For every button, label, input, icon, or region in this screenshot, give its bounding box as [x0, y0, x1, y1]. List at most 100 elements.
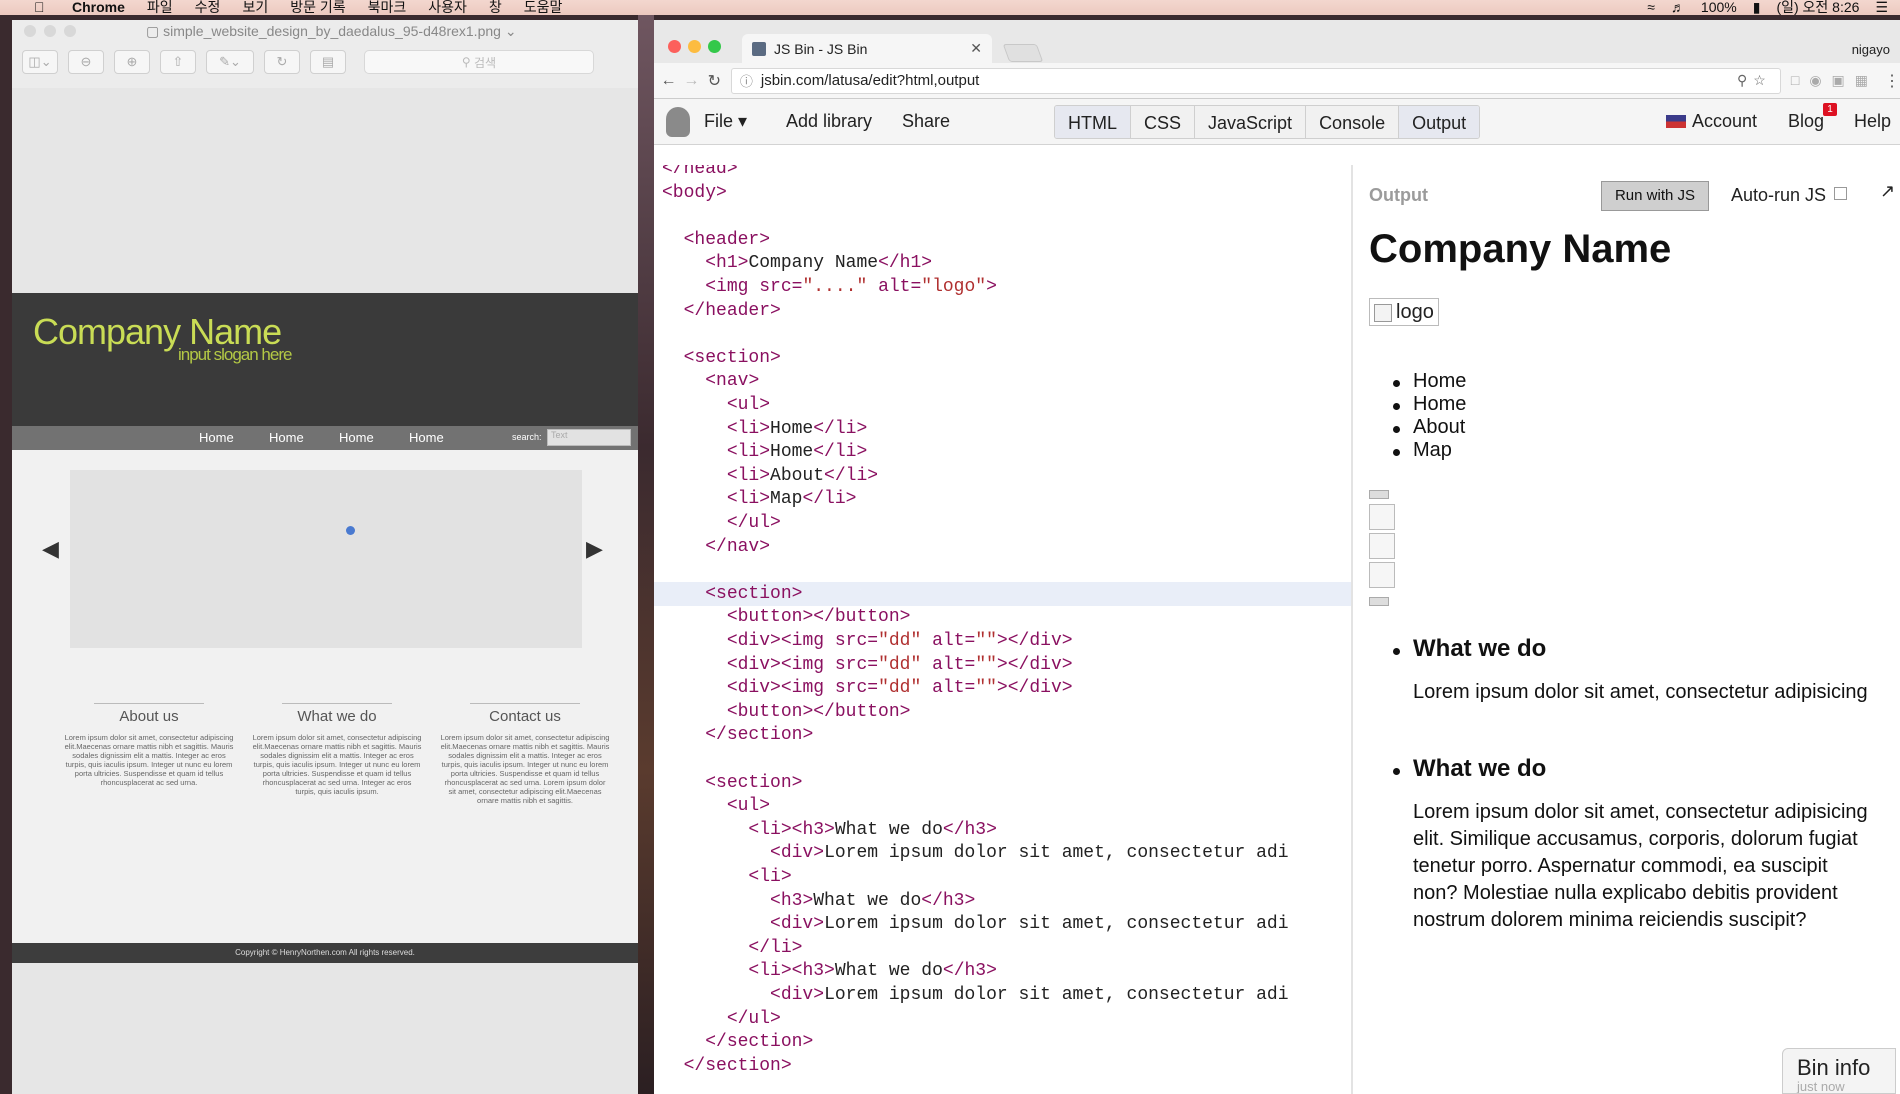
menu-window[interactable]: 창: [489, 0, 502, 15]
code-line[interactable]: [654, 558, 1351, 582]
run-with-js-button[interactable]: Run with JS: [1601, 181, 1709, 211]
code-line[interactable]: <h3>What we do</h3>: [654, 889, 1351, 913]
preview-search-input[interactable]: ⚲ 검색: [364, 50, 594, 74]
preview-filename[interactable]: simple_website_design_by_daedalus_95-d48…: [163, 23, 501, 39]
tab-console[interactable]: Console: [1305, 106, 1399, 138]
tab-javascript[interactable]: JavaScript: [1194, 106, 1306, 138]
code-line[interactable]: [654, 747, 1351, 771]
menu-dots-icon[interactable]: ⋮: [1884, 71, 1900, 91]
code-line[interactable]: <div><img src="dd" alt=""></div>: [654, 629, 1351, 653]
code-line[interactable]: </nav>: [654, 535, 1351, 559]
code-line[interactable]: <div><img src="dd" alt=""></div>: [654, 676, 1351, 700]
code-line[interactable]: <ul>: [654, 393, 1351, 417]
code-line[interactable]: <div><img src="dd" alt=""></div>: [654, 653, 1351, 677]
code-line[interactable]: <div>Lorem ipsum dolor sit amet, consect…: [654, 841, 1351, 865]
popout-arrow-icon[interactable]: ↗: [1880, 181, 1895, 202]
profile-name[interactable]: nigayo: [1852, 42, 1890, 57]
code-line[interactable]: </section>: [654, 723, 1351, 747]
back-icon[interactable]: ←: [660, 72, 677, 90]
menu-bookmarks[interactable]: 북마크: [368, 0, 407, 15]
menu-file[interactable]: 파일: [147, 0, 173, 15]
code-line[interactable]: </ul>: [654, 511, 1351, 535]
menu-people[interactable]: 사용자: [428, 0, 467, 15]
zoom-star-icons[interactable]: ⚲☆: [1737, 72, 1772, 89]
code-line[interactable]: </section>: [654, 1054, 1351, 1078]
url-input[interactable]: ⓘ jsbin.com/latusa/edit?html,output ⚲☆: [730, 67, 1781, 94]
close-dot[interactable]: [668, 40, 681, 53]
markup-pen-icon[interactable]: ✎⌄: [206, 50, 254, 74]
code-line[interactable]: <img src="...." alt="logo">: [654, 275, 1351, 299]
new-tab-button[interactable]: [1002, 44, 1044, 62]
close-icon[interactable]: ✕: [970, 40, 982, 57]
menu-app-name[interactable]: Chrome: [72, 0, 125, 15]
code-line[interactable]: </section>: [654, 1030, 1351, 1054]
code-line[interactable]: <section>: [654, 771, 1351, 795]
output-button[interactable]: [1369, 597, 1389, 606]
code-line[interactable]: <button></button>: [654, 605, 1351, 629]
code-line[interactable]: <ul>: [654, 794, 1351, 818]
menu-edit[interactable]: 수정: [195, 0, 221, 15]
wifi-icon[interactable]: ≈: [1647, 0, 1655, 15]
output-button[interactable]: [1369, 490, 1389, 499]
code-line[interactable]: <li>Map</li>: [654, 487, 1351, 511]
tab-html[interactable]: HTML: [1055, 106, 1130, 138]
autorun-toggle[interactable]: Auto-run JS: [1731, 185, 1848, 206]
toolbox-icon[interactable]: ▤: [310, 50, 346, 74]
clock[interactable]: (일) 오전 8:26: [1776, 0, 1859, 15]
code-line[interactable]: </header>: [654, 299, 1351, 323]
volume-icon[interactable]: ♬: [1671, 0, 1685, 15]
menu-list-icon[interactable]: ☰: [1875, 0, 1888, 15]
chevron-down-icon[interactable]: ⌄: [501, 23, 517, 40]
code-line[interactable]: <h1>Company Name</h1>: [654, 251, 1351, 275]
info-icon[interactable]: ⓘ: [740, 71, 753, 90]
reload-icon[interactable]: ↻: [706, 71, 723, 91]
code-line[interactable]: </head>: [654, 165, 1351, 181]
zoom-dot[interactable]: [708, 40, 721, 53]
code-line[interactable]: <body>: [654, 181, 1351, 205]
code-line[interactable]: <div>Lorem ipsum dolor sit amet, consect…: [654, 912, 1351, 936]
code-line[interactable]: </li>: [654, 936, 1351, 960]
jsbin-logo-icon[interactable]: [666, 107, 690, 137]
autorun-checkbox[interactable]: [1834, 187, 1848, 200]
close-dot[interactable]: [24, 25, 36, 37]
share-icon[interactable]: ⇧: [160, 50, 196, 74]
code-line[interactable]: <section>: [654, 346, 1351, 370]
menu-view[interactable]: 보기: [242, 0, 268, 15]
code-line[interactable]: <li><h3>What we do</h3>: [654, 959, 1351, 983]
code-line[interactable]: <li>Home</li>: [654, 440, 1351, 464]
code-line[interactable]: <section>: [654, 581, 1351, 606]
bin-info-panel[interactable]: Bin info just now: [1782, 1048, 1896, 1094]
zoom-out-icon[interactable]: ⊖: [68, 50, 104, 74]
code-line[interactable]: <li>: [654, 865, 1351, 889]
battery-icon[interactable]: ▮: [1753, 0, 1761, 15]
menu-history[interactable]: 방문 기록: [290, 0, 345, 15]
file-menu[interactable]: File ▾: [704, 111, 747, 132]
extension-icons[interactable]: □◉▣▦: [1791, 72, 1878, 89]
code-line[interactable]: <li><h3>What we do</h3>: [654, 818, 1351, 842]
add-library-button[interactable]: Add library: [786, 111, 872, 132]
minimize-dot[interactable]: [44, 25, 56, 37]
tab-jsbin[interactable]: JS Bin - JS Bin ✕: [742, 34, 992, 63]
share-button[interactable]: Share: [902, 111, 950, 132]
code-line[interactable]: [654, 204, 1351, 228]
tab-css[interactable]: CSS: [1130, 106, 1195, 138]
zoom-in-icon[interactable]: ⊕: [114, 50, 150, 74]
menu-help[interactable]: 도움말: [524, 0, 563, 15]
code-line[interactable]: <li>Home</li>: [654, 417, 1351, 441]
html-editor[interactable]: </head> <body> <header> <h1>Company Name<…: [654, 165, 1351, 1094]
code-line[interactable]: <button></button>: [654, 700, 1351, 724]
minimize-dot[interactable]: [688, 40, 701, 53]
rotate-icon[interactable]: ↻: [264, 50, 300, 74]
apple-icon[interactable]: : [34, 0, 56, 15]
blog-button[interactable]: Blog: [1788, 111, 1824, 132]
code-line[interactable]: <header>: [654, 228, 1351, 252]
zoom-dot[interactable]: [64, 25, 76, 37]
account-button[interactable]: Account: [1666, 111, 1757, 132]
code-line[interactable]: </ul>: [654, 1007, 1351, 1031]
help-button[interactable]: Help: [1854, 111, 1891, 132]
code-line[interactable]: <nav>: [654, 369, 1351, 393]
code-line[interactable]: [654, 322, 1351, 346]
forward-icon[interactable]: →: [683, 72, 700, 90]
code-line[interactable]: <div>Lorem ipsum dolor sit amet, consect…: [654, 983, 1351, 1007]
tab-output[interactable]: Output: [1398, 106, 1480, 138]
